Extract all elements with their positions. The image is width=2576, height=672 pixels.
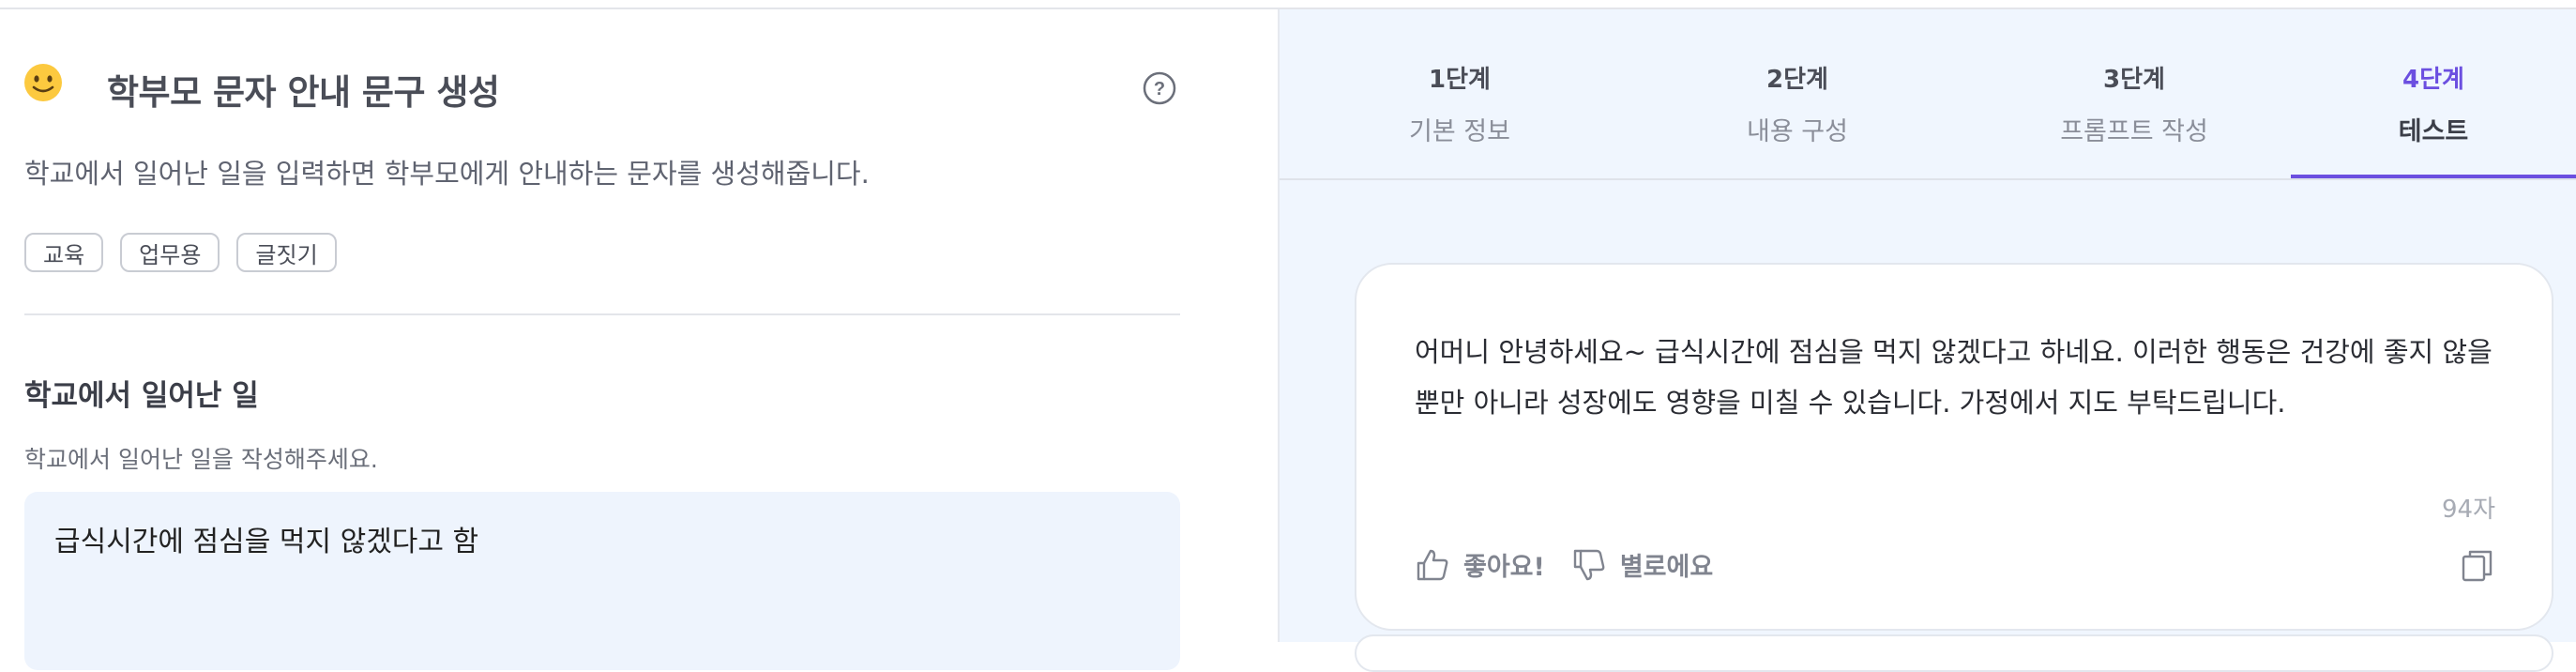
step-tabs: 1단계 기본 정보 2단계 내용 구성 3단계 프롬프트 작성 4단계 테스트: [1280, 9, 2576, 180]
step-label: 프롬프트 작성: [2060, 117, 2208, 146]
tab-step-4[interactable]: 4단계 테스트: [2265, 9, 2576, 178]
thumbs-up-icon: [1417, 549, 1448, 580]
step-label: 기본 정보: [1409, 117, 1510, 146]
tab-step-3[interactable]: 3단계 프롬프트 작성: [1965, 9, 2303, 178]
char-count: 94자: [2441, 496, 2495, 524]
top-border: [0, 0, 2576, 9]
tag-writing: 글짓기: [236, 233, 337, 272]
field-helper-text: 학교에서 일어난 일을 작성해주세요.: [24, 446, 378, 473]
school-event-input-value: 급식시간에 점심을 먹지 않겠다고 함: [54, 526, 479, 558]
tag-education: 교육: [24, 233, 104, 272]
tab-step-2[interactable]: 2단계 내용 구성: [1629, 9, 1966, 178]
page-title: 학부모 문자 안내 문구 생성: [107, 72, 500, 113]
like-label: 좋아요!: [1463, 553, 1545, 582]
next-result-card: [1355, 634, 2553, 672]
help-icon[interactable]: ?: [1143, 71, 1176, 105]
school-event-input[interactable]: 급식시간에 점심을 먹지 않겠다고 함: [24, 492, 1180, 670]
smiley-icon: [24, 64, 62, 101]
prompt-info-panel: 학부모 문자 안내 문구 생성 ? 학교에서 일어난 일을 입력하면 학부모에게…: [0, 9, 1278, 670]
step-number: 2단계: [1766, 66, 1828, 94]
step-label: 내용 구성: [1747, 117, 1848, 146]
tag-business: 업무용: [120, 233, 220, 272]
thumbs-down-icon: [1573, 549, 1605, 580]
step-number: 4단계: [2402, 66, 2464, 94]
step-number: 1단계: [1429, 66, 1491, 94]
page-description: 학교에서 일어난 일을 입력하면 학부모에게 안내하는 문자를 생성해줍니다.: [24, 158, 870, 190]
feedback-actions: 좋아요! 별로에요: [1415, 546, 1739, 583]
dislike-button[interactable]: 별로에요: [1571, 546, 1713, 583]
result-card: 어머니 안녕하세요~ 급식시간에 점심을 먹지 않겠다고 하네요. 이러한 행동…: [1355, 263, 2553, 631]
active-tab-indicator: [2291, 175, 2576, 178]
step-label: 테스트: [2398, 117, 2469, 146]
field-label: 학교에서 일어난 일: [24, 379, 259, 413]
divider: [24, 313, 1180, 315]
dislike-label: 별로에요: [1619, 553, 1714, 582]
tag-list: 교육 업무용 글짓기: [24, 233, 337, 272]
copy-icon[interactable]: [2460, 548, 2495, 584]
like-button[interactable]: 좋아요!: [1415, 546, 1545, 583]
generated-message: 어머니 안녕하세요~ 급식시간에 점심을 먹지 않겠다고 하네요. 이러한 행동…: [1415, 336, 2493, 419]
test-panel: 1단계 기본 정보 2단계 내용 구성 3단계 프롬프트 작성 4단계 테스트 …: [1278, 9, 2576, 672]
svg-text:?: ?: [1154, 79, 1165, 99]
step-number: 3단계: [2103, 66, 2165, 94]
tab-step-1[interactable]: 1단계 기본 정보: [1291, 9, 1629, 178]
